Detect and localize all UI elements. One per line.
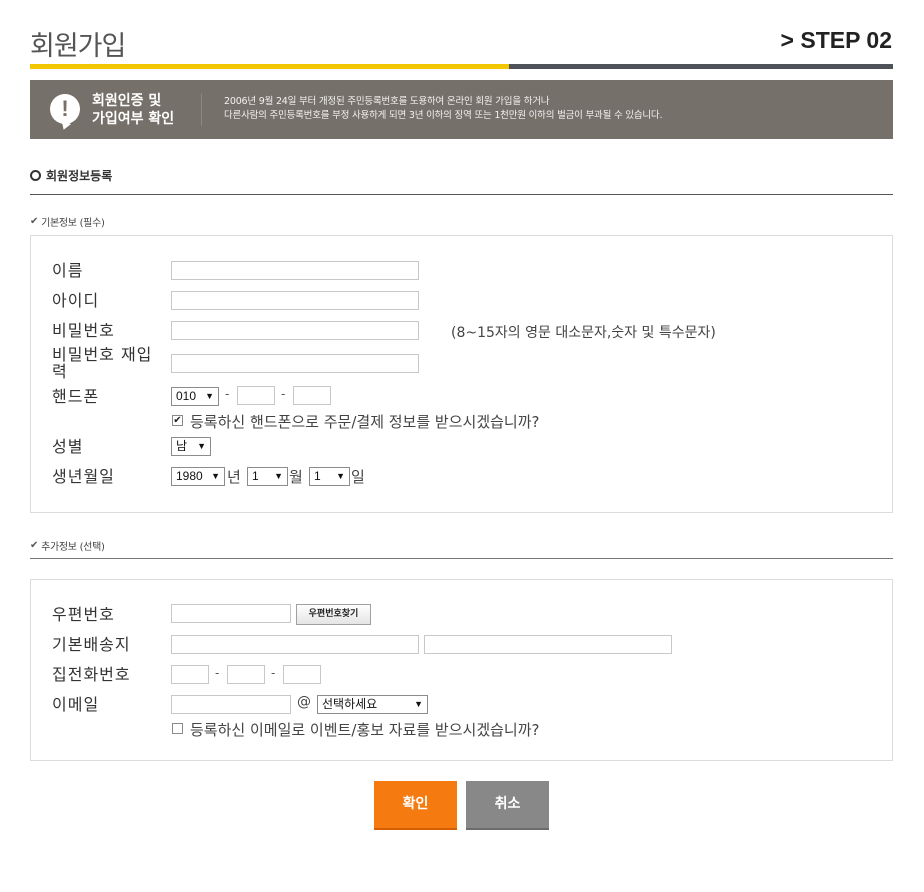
- confirm-button[interactable]: 확인: [374, 781, 457, 830]
- email-domain-select[interactable]: 선택하세요 ▼: [317, 695, 428, 714]
- section-heading: 회원정보등록: [30, 167, 112, 184]
- page-title: 회원가입: [30, 31, 126, 62]
- password-confirm-label: 비밀번호 재입 력: [52, 346, 152, 380]
- phone-last-input[interactable]: [293, 386, 331, 405]
- name-label: 이름: [52, 261, 84, 280]
- step-progress-fill: [30, 64, 509, 69]
- notice-title-line1: 회원인증 및: [92, 93, 162, 109]
- gender-value: 남: [176, 439, 188, 453]
- email-consent-label: 등록하신 이메일로 이벤트/홍보 자료를 받으시겠습니까?: [190, 721, 540, 739]
- id-input[interactable]: [171, 291, 419, 310]
- phone-dash-2: -: [281, 387, 286, 401]
- phone-dash-1: -: [225, 387, 230, 401]
- notice-text-line1: 2006년 9월 24일 부터 개정된 주민등록번호를 도용하여 온라인 회원 …: [224, 96, 550, 107]
- gender-label: 성별: [52, 437, 84, 456]
- gender-select[interactable]: 남 ▼: [171, 437, 211, 456]
- home-phone-dash-1: -: [215, 666, 220, 680]
- checkmark-icon: ✔: [30, 540, 39, 551]
- birth-month-select[interactable]: 1 ▼: [247, 467, 288, 486]
- section-title: 회원정보등록: [46, 169, 113, 183]
- year-unit: 년: [227, 468, 241, 486]
- notice-text-line2: 다른사람의 주민등록번호를 부정 사용하게 되면 3년 이하의 징역 또는 1천…: [224, 110, 663, 121]
- home-phone-area-input[interactable]: [171, 665, 209, 684]
- dropdown-arrow-icon: ▼: [197, 441, 206, 451]
- circle-bullet-icon: [30, 170, 41, 181]
- basic-info-box: [30, 235, 893, 513]
- email-domain-value: 선택하세요: [322, 697, 378, 711]
- birthdate-label: 생년월일: [52, 467, 115, 486]
- password-input[interactable]: [171, 321, 419, 340]
- zipcode-input[interactable]: [171, 604, 291, 623]
- notice-divider: [201, 94, 202, 126]
- birth-year-select[interactable]: 1980 ▼: [171, 467, 225, 486]
- extra-info-title: 추가정보 (선택): [41, 542, 105, 553]
- zipcode-search-button[interactable]: 우편번호찾기: [296, 604, 371, 625]
- home-phone-label: 집전화번호: [52, 665, 131, 684]
- birth-year-value: 1980: [176, 469, 203, 483]
- email-consent-checkbox[interactable]: [172, 723, 183, 734]
- home-phone-last-input[interactable]: [283, 665, 321, 684]
- step-indicator: > STEP 02: [780, 27, 892, 53]
- phone-middle-input[interactable]: [237, 386, 275, 405]
- email-at-sign: @: [297, 694, 311, 710]
- password-confirm-label-line1: 비밀번호 재입: [52, 345, 153, 364]
- home-phone-dash-2: -: [271, 666, 276, 680]
- notice-text: 2006년 9월 24일 부터 개정된 주민등록번호를 도용하여 온라인 회원 …: [224, 95, 662, 123]
- address-label: 기본배송지: [52, 635, 131, 654]
- dropdown-arrow-icon: ▼: [211, 471, 220, 481]
- day-unit: 일: [351, 468, 365, 486]
- section-divider: [30, 194, 893, 195]
- password-label: 비밀번호: [52, 321, 115, 340]
- dropdown-arrow-icon: ▼: [414, 699, 423, 709]
- password-confirm-label-line2: 력: [52, 362, 68, 381]
- basic-info-heading: ✔ 기본정보 (필수): [30, 214, 105, 229]
- notice-banner: ! 회원인증 및 가입여부 확인 2006년 9월 24일 부터 개정된 주민등…: [30, 80, 893, 139]
- name-input[interactable]: [171, 261, 419, 280]
- sms-consent-label: 등록하신 핸드폰으로 주문/결제 정보를 받으시겠습니까?: [190, 413, 540, 431]
- password-confirm-input[interactable]: [171, 354, 419, 373]
- month-unit: 월: [289, 468, 303, 486]
- basic-info-title: 기본정보 (필수): [41, 218, 105, 229]
- birth-day-select[interactable]: 1 ▼: [309, 467, 350, 486]
- zipcode-label: 우편번호: [52, 605, 115, 624]
- extra-info-heading: ✔ 추가정보 (선택): [30, 538, 105, 553]
- extra-info-divider: [30, 558, 893, 559]
- exclamation-bubble-icon: !: [50, 94, 80, 124]
- birth-day-value: 1: [314, 469, 321, 483]
- sms-consent-checkbox[interactable]: ✔: [172, 415, 183, 426]
- step-progress-bar: [30, 64, 893, 69]
- email-label: 이메일: [52, 695, 100, 714]
- cancel-button[interactable]: 취소: [466, 781, 549, 830]
- password-hint: (8~15자의 영문 대소문자,숫자 및 특수문자): [451, 325, 716, 341]
- address-input-1[interactable]: [171, 635, 419, 654]
- phone-prefix-select[interactable]: 010 ▼: [171, 387, 219, 406]
- notice-title: 회원인증 및 가입여부 확인: [92, 92, 174, 128]
- address-input-2[interactable]: [424, 635, 672, 654]
- home-phone-middle-input[interactable]: [227, 665, 265, 684]
- id-label: 아이디: [52, 291, 100, 310]
- dropdown-arrow-icon: ▼: [336, 471, 345, 481]
- checkmark-icon: ✔: [30, 216, 39, 227]
- phone-label: 핸드폰: [52, 387, 100, 406]
- phone-prefix-value: 010: [176, 389, 197, 403]
- dropdown-arrow-icon: ▼: [274, 471, 283, 481]
- email-id-input[interactable]: [171, 695, 291, 714]
- notice-title-line2: 가입여부 확인: [92, 111, 175, 127]
- dropdown-arrow-icon: ▼: [205, 391, 214, 401]
- birth-month-value: 1: [252, 469, 259, 483]
